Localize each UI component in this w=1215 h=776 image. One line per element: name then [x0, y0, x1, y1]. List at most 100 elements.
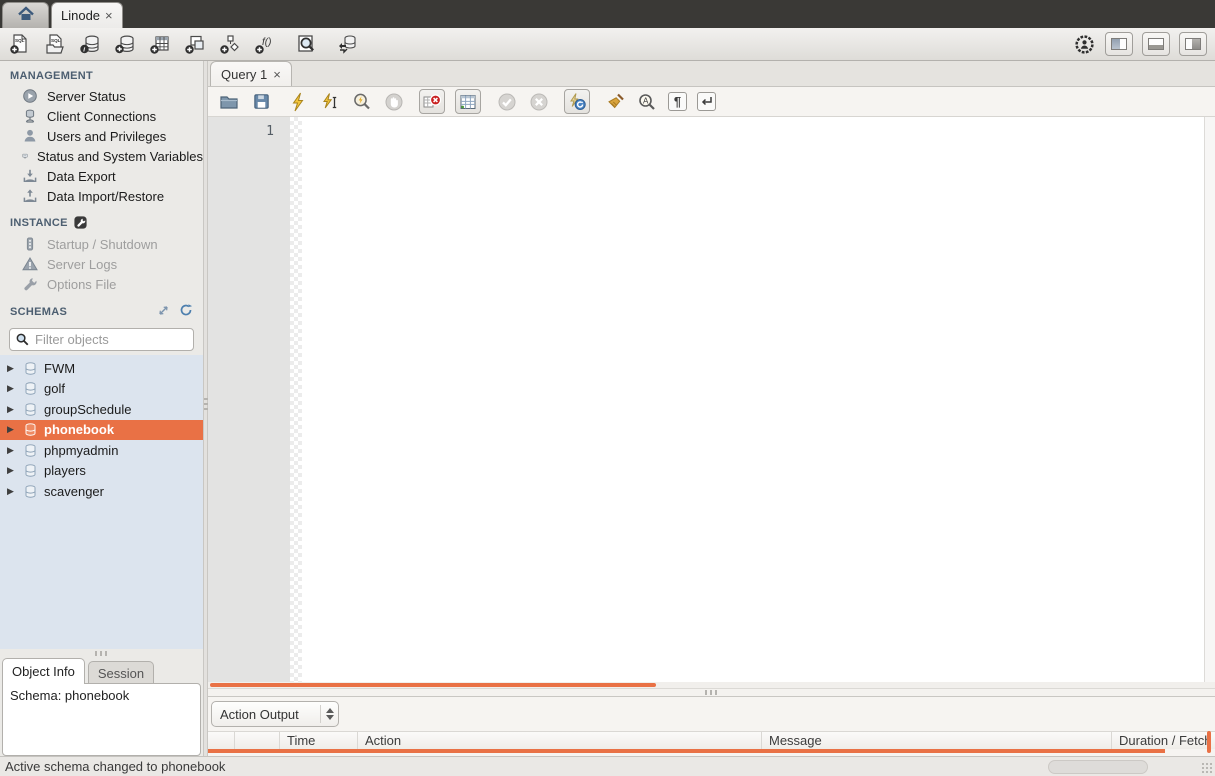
expand-arrow-icon[interactable]: ▶: [7, 445, 17, 456]
query-tabbar: Query 1 ×: [208, 61, 1215, 87]
query-tab[interactable]: Query 1 ×: [210, 61, 292, 86]
find-magnifier-icon: A: [637, 92, 657, 112]
execute-current-button[interactable]: [319, 91, 341, 113]
user-settings-button[interactable]: [1072, 32, 1096, 56]
schema-row-phonebook[interactable]: ▶ phonebook: [0, 420, 203, 441]
create-schema-button[interactable]: [113, 32, 137, 56]
info-panel-splitter[interactable]: [0, 649, 203, 657]
line-number: 1: [266, 124, 274, 139]
expand-arrow-icon[interactable]: ▶: [7, 486, 17, 497]
toggle-bottom-panel-button[interactable]: [1142, 32, 1170, 56]
search-objects-button[interactable]: [294, 32, 318, 56]
output-hscroll-thumb[interactable]: [208, 749, 1165, 753]
autocommit-icon: [567, 92, 587, 112]
tab-session[interactable]: Session: [88, 661, 154, 684]
expand-schemas-icon[interactable]: [157, 304, 170, 320]
schema-row-fwm[interactable]: ▶ FWM: [0, 358, 203, 379]
beautify-button[interactable]: [604, 91, 626, 113]
tab-object-info[interactable]: Object Info: [2, 658, 85, 684]
window-resize-grip[interactable]: [1201, 762, 1214, 775]
create-procedure-button[interactable]: [218, 32, 242, 56]
sidebar-item-users-privileges[interactable]: Users and Privileges: [0, 126, 203, 146]
commit-button[interactable]: [496, 91, 518, 113]
rollback-button[interactable]: [528, 91, 550, 113]
expand-arrow-icon[interactable]: ▶: [7, 363, 17, 374]
sidebar-item-startup-shutdown[interactable]: Startup / Shutdown: [0, 234, 203, 254]
client-connections-icon: [22, 108, 38, 124]
commit-check-icon: [497, 92, 517, 112]
sidebar-item-server-status[interactable]: Server Status: [0, 86, 203, 106]
save-button[interactable]: [250, 91, 272, 113]
output-type-select[interactable]: Action Output: [211, 701, 339, 727]
column-header-action[interactable]: Action: [358, 732, 762, 749]
schema-db-icon: [23, 381, 38, 396]
filter-search-icon: [15, 332, 30, 347]
explain-button[interactable]: [351, 91, 373, 113]
connection-tab[interactable]: Linode ×: [51, 2, 123, 28]
column-header-icon[interactable]: [208, 732, 235, 749]
home-tab[interactable]: [2, 2, 49, 28]
limit-rows-button[interactable]: [455, 89, 481, 114]
column-header-index[interactable]: [235, 732, 280, 749]
schema-row-groupschedule[interactable]: ▶ groupSchedule: [0, 399, 203, 420]
schema-filter-input[interactable]: [35, 332, 188, 347]
toggle-stop-on-error-button[interactable]: [419, 89, 445, 114]
reconnect-database-button[interactable]: [335, 32, 359, 56]
toggle-right-sidebar-button[interactable]: [1179, 32, 1207, 56]
schema-filter-box: [9, 328, 194, 351]
pilcrow-icon: ¶: [674, 94, 681, 109]
sidebar-item-options-file[interactable]: Options File: [0, 274, 203, 294]
schema-row-players[interactable]: ▶ players: [0, 461, 203, 482]
editor-vertical-scrollbar[interactable]: [1204, 117, 1215, 682]
select-spinner-icon: [320, 705, 334, 723]
new-sql-script-button[interactable]: SQL: [8, 32, 32, 56]
create-view-button[interactable]: [183, 32, 207, 56]
editor-horizontal-scrollbar[interactable]: [208, 682, 1215, 688]
sidebar-item-data-export[interactable]: Data Export: [0, 166, 203, 186]
window-tab-strip: Linode ×: [0, 0, 1215, 28]
create-function-icon: f(): [254, 33, 276, 55]
expand-arrow-icon[interactable]: ▶: [7, 383, 17, 394]
toggle-autocommit-button[interactable]: [564, 89, 590, 114]
toggle-left-sidebar-button[interactable]: [1105, 32, 1133, 56]
refresh-schemas-icon[interactable]: [179, 303, 193, 320]
expand-arrow-icon[interactable]: ▶: [7, 404, 17, 415]
show-invisibles-button[interactable]: ¶: [668, 92, 687, 111]
editor-text-area[interactable]: [302, 117, 1204, 682]
explain-magnifier-icon: [352, 92, 372, 112]
column-header-time[interactable]: Time: [280, 732, 358, 749]
open-sql-script-button[interactable]: SQL: [43, 32, 67, 56]
database-info-icon: i: [79, 33, 101, 55]
column-header-duration[interactable]: Duration / Fetch: [1112, 732, 1207, 749]
database-inspector-button[interactable]: i: [78, 32, 102, 56]
schema-row-phpmyadmin[interactable]: ▶ phpmyadmin: [0, 440, 203, 461]
execute-button[interactable]: [287, 91, 309, 113]
editor-hscroll-thumb[interactable]: [210, 683, 656, 687]
sidebar-item-client-connections[interactable]: Client Connections: [0, 106, 203, 126]
output-splitter[interactable]: [208, 688, 1215, 697]
expand-arrow-icon[interactable]: ▶: [7, 465, 17, 476]
schema-tree: ▶ FWM ▶ golf ▶ groupSchedule ▶ phonebook…: [0, 355, 203, 649]
sidebar-item-system-variables[interactable]: Status and System Variables: [0, 146, 203, 166]
expand-arrow-icon[interactable]: ▶: [7, 424, 17, 435]
schema-row-scavenger[interactable]: ▶ scavenger: [0, 481, 203, 502]
stop-button[interactable]: [383, 91, 405, 113]
output-vscroll-thumb[interactable]: [1207, 731, 1211, 753]
open-file-button[interactable]: [218, 91, 240, 113]
statusbar-scroll-thumb[interactable]: [1048, 760, 1148, 774]
create-table-button[interactable]: [148, 32, 172, 56]
schema-row-golf[interactable]: ▶ golf: [0, 379, 203, 400]
sidebar-item-data-import[interactable]: Data Import/Restore: [0, 186, 203, 206]
sql-editor[interactable]: 1: [208, 117, 1215, 682]
connection-tab-close-icon[interactable]: ×: [105, 9, 113, 22]
create-function-button[interactable]: f(): [253, 32, 277, 56]
info-panel-tabs: Object Info Session: [0, 657, 203, 684]
create-schema-icon: [114, 33, 136, 55]
sql-editor-toolbar: A ¶: [208, 87, 1215, 117]
find-button[interactable]: A: [636, 91, 658, 113]
connection-tab-label: Linode: [61, 8, 100, 23]
column-header-message[interactable]: Message: [762, 732, 1112, 749]
query-tab-close-icon[interactable]: ×: [273, 68, 281, 81]
sidebar-item-server-logs[interactable]: Server Logs: [0, 254, 203, 274]
wrap-text-button[interactable]: [697, 92, 716, 111]
